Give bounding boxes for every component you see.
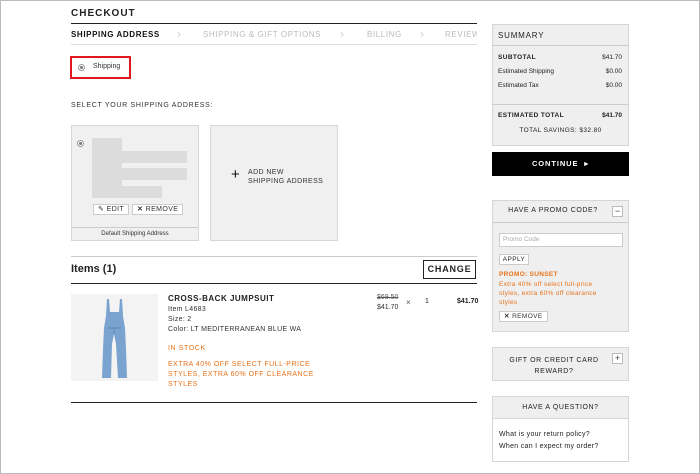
product-image[interactable]: [71, 294, 158, 381]
summary-divider: [492, 45, 629, 46]
panel-divider: [493, 222, 628, 223]
tax-value: $0.00: [605, 82, 622, 89]
promo-description: styles: [499, 299, 518, 306]
chevron-right-icon: ›: [177, 27, 181, 41]
original-price: $69.50: [377, 294, 399, 301]
promo-name: PROMO: SUNSET: [499, 271, 558, 278]
gift-title-line: REWARD?: [534, 368, 574, 375]
stock-status: IN STOCK: [168, 345, 206, 352]
items-top-divider: [71, 256, 477, 257]
edit-label: EDIT: [106, 206, 125, 213]
promo-code-panel: HAVE A PROMO CODE? − Promo Code APPLY PR…: [492, 200, 629, 332]
address-radio[interactable]: [77, 140, 84, 147]
promo-collapse-toggle[interactable]: −: [612, 206, 623, 217]
order-timing-link[interactable]: When can I expect my order?: [499, 443, 599, 450]
gift-expand-toggle[interactable]: +: [612, 353, 623, 364]
chevron-right-icon: ›: [340, 27, 344, 41]
remove-promo-label: REMOVE: [512, 313, 543, 320]
continue-button[interactable]: CONTINUE ▸: [492, 152, 629, 176]
address-section-label: SELECT YOUR SHIPPING ADDRESS:: [71, 102, 214, 109]
edit-address-button[interactable]: ✎ EDIT: [93, 204, 130, 215]
product-promo-line: STYLES, EXTRA 60% OFF CLEARANCE: [168, 371, 314, 378]
add-new-label: ADD NEW SHIPPING ADDRESS: [248, 168, 323, 186]
redacted-address: [92, 186, 162, 198]
items-bottom-divider: [71, 402, 477, 403]
line-total: $41.70: [457, 298, 479, 305]
promo-description: styles, extra 60% off clearance: [499, 290, 597, 297]
shipping-method-option[interactable]: Shipping: [70, 56, 131, 79]
product-item-number: Item L4683: [168, 306, 207, 313]
step-shipping-gift-options[interactable]: SHIPPING & GIFT OPTIONS: [203, 30, 321, 39]
shipping-label: Shipping: [93, 63, 121, 70]
product-name[interactable]: CROSS-BACK JUMPSUIT: [168, 294, 274, 303]
product-size: Size: 2: [168, 316, 192, 323]
quantity: 1: [425, 298, 429, 305]
shipping-radio[interactable]: [78, 64, 85, 71]
subtotal-label: SUBTOTAL: [498, 54, 536, 61]
promo-description: Extra 40% off select full-price: [499, 281, 593, 288]
total-value: $41.70: [602, 112, 622, 119]
remove-promo-button[interactable]: ✕ REMOVE: [499, 311, 548, 322]
redacted-address: [122, 168, 187, 180]
steps-divider: [71, 44, 477, 45]
summary-title: SUMMARY: [498, 31, 545, 40]
gift-panel-title: GIFT OR CREDIT CARD REWARD?: [493, 355, 615, 377]
promo-code-input[interactable]: Promo Code: [499, 233, 623, 247]
redacted-address: [122, 151, 187, 163]
multiply-sign: ×: [406, 298, 411, 307]
close-icon: ✕: [504, 313, 513, 320]
gift-card-panel[interactable]: GIFT OR CREDIT CARD REWARD? +: [492, 347, 629, 381]
plus-icon: +: [231, 166, 240, 183]
default-address-label: Default Shipping Address: [101, 231, 169, 237]
caret-right-icon: ▸: [581, 159, 589, 168]
items-divider: [71, 283, 477, 284]
card-divider: [72, 227, 198, 228]
step-shipping-address[interactable]: SHIPPING ADDRESS: [71, 30, 160, 39]
add-new-line: SHIPPING ADDRESS: [248, 178, 324, 185]
subtotal-value: $41.70: [602, 54, 622, 61]
question-panel: HAVE A QUESTION? What is your return pol…: [492, 396, 629, 462]
product-promo-line: STYLES: [168, 381, 198, 388]
step-review[interactable]: REVIEW: [445, 30, 477, 39]
page-title: CHECKOUT: [71, 8, 136, 19]
shipping-label: Estimated Shipping: [498, 68, 555, 75]
change-items-button[interactable]: CHANGE: [423, 260, 476, 279]
close-icon: ✕: [137, 206, 146, 213]
total-savings: TOTAL SAVINGS: $32.80: [519, 127, 602, 134]
question-panel-title: HAVE A QUESTION?: [522, 404, 599, 411]
return-policy-link[interactable]: What is your return policy?: [499, 431, 590, 438]
items-title: Items (1): [71, 263, 117, 275]
shipping-value: $0.00: [605, 68, 622, 75]
continue-label: CONTINUE: [531, 159, 579, 168]
apply-promo-button[interactable]: APPLY: [499, 254, 529, 265]
total-label: ESTIMATED TOTAL: [498, 112, 564, 119]
remove-label: REMOVE: [145, 206, 179, 213]
product-color: Color: LT MEDITERRANEAN BLUE WA: [168, 326, 302, 333]
add-new-line: ADD NEW: [248, 169, 284, 176]
sale-price: $41.70: [377, 304, 399, 311]
product-promo-line: EXTRA 40% OFF SELECT FULL-PRICE: [168, 361, 311, 368]
step-billing[interactable]: BILLING: [367, 30, 402, 39]
remove-address-button[interactable]: ✕ REMOVE: [132, 204, 184, 215]
chevron-right-icon: ›: [420, 27, 424, 41]
add-new-address-card[interactable]: + ADD NEW SHIPPING ADDRESS: [210, 125, 338, 241]
saved-address-card[interactable]: ✎ EDIT ✕ REMOVE Default Shipping Address: [71, 125, 199, 241]
tax-label: Estimated Tax: [498, 82, 539, 89]
header-divider: [71, 23, 477, 24]
jumpsuit-image: [102, 299, 127, 378]
gift-title-line: GIFT OR CREDIT CARD: [509, 357, 599, 364]
promo-panel-title[interactable]: HAVE A PROMO CODE?: [493, 207, 613, 214]
summary-divider: [492, 104, 629, 105]
pencil-icon: ✎: [98, 206, 107, 213]
